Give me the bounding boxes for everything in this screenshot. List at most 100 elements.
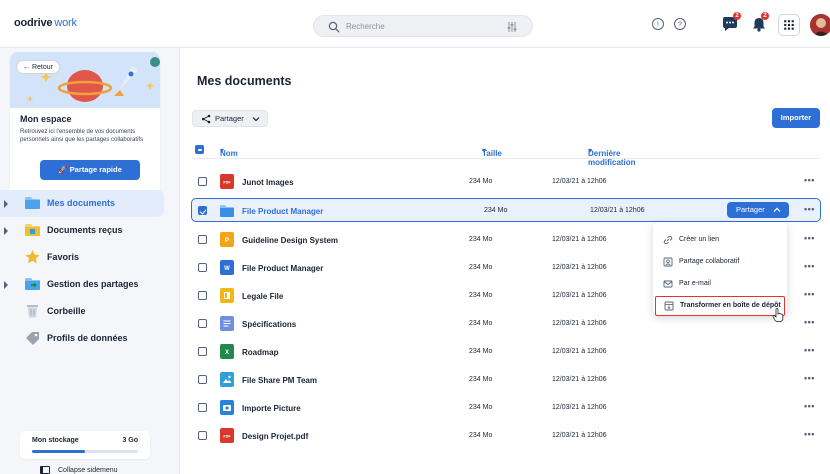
file-size: 234 Mo: [469, 292, 493, 299]
row-checkbox[interactable]: [198, 375, 207, 384]
sidebar-item-label: Profils de données: [47, 333, 128, 343]
back-button[interactable]: ← Retour: [16, 60, 60, 74]
file-name[interactable]: Roadmap: [242, 348, 278, 357]
row-checkbox[interactable]: [198, 263, 207, 272]
collapse-sidemenu-button[interactable]: Collapse sidemenu: [40, 466, 118, 474]
filter-icon[interactable]: [506, 21, 518, 33]
file-size: 234 Mo: [469, 264, 493, 271]
collab-icon: [663, 257, 673, 267]
file-name[interactable]: File Share PM Team: [242, 376, 317, 385]
pdf-icon: PDF: [220, 174, 234, 189]
file-name[interactable]: Spécifications: [242, 320, 296, 329]
chevron-right-icon[interactable]: [3, 281, 9, 289]
sidebar-item-profils-de-donnees[interactable]: Profils de données: [0, 325, 164, 352]
column-modified[interactable]: Dernière modification ▾: [588, 146, 636, 167]
more-options-icon[interactable]: •••: [804, 401, 815, 411]
arrow-left-icon: ←: [23, 64, 30, 71]
more-options-icon[interactable]: •••: [804, 204, 815, 214]
file-name[interactable]: Junot Images: [242, 178, 294, 187]
row-checkbox[interactable]: [198, 235, 207, 244]
menu-item-link[interactable]: Créer un lien: [653, 229, 787, 251]
row-checkbox[interactable]: [198, 319, 207, 328]
sidebar-item-documents-recus[interactable]: Documents reçus: [0, 217, 164, 244]
table-row[interactable]: Importe Picture 234 Mo 12/03/21 à 12h06 •••: [192, 394, 820, 422]
file-size: 234 Mo: [469, 432, 493, 439]
row-checkbox[interactable]: [198, 206, 207, 215]
file-name[interactable]: Legale File: [242, 292, 283, 301]
select-all-checkbox[interactable]: [195, 145, 204, 154]
menu-item-mail[interactable]: Par e-mail: [653, 273, 787, 295]
help-icon[interactable]: ?: [672, 16, 688, 32]
table-row[interactable]: PDF Design Projet.pdf 234 Mo 12/03/21 à 12h…: [192, 422, 820, 450]
table-row[interactable]: X Roadmap 234 Mo 12/03/21 à 12h06 •••: [192, 338, 820, 366]
row-checkbox[interactable]: [198, 177, 207, 186]
column-name[interactable]: Nom ▾: [220, 146, 238, 158]
menu-item-dropbox[interactable]: Transformer en boîte de dépôt: [655, 296, 785, 316]
sidebar-item-favoris[interactable]: Favoris: [0, 244, 164, 271]
mail-icon: [663, 279, 673, 289]
quick-share-button[interactable]: 🚀 Partage rapide: [40, 160, 140, 180]
menu-item-label: Transformer en boîte de dépôt: [680, 302, 781, 309]
dropbox-icon: [664, 301, 674, 311]
file-name[interactable]: Importe Picture: [242, 404, 301, 413]
menu-item-collab[interactable]: Partage collaboratif: [653, 251, 787, 273]
sidebar-item-corbeille[interactable]: Corbeille: [0, 298, 164, 325]
more-options-icon[interactable]: •••: [804, 345, 815, 355]
more-options-icon[interactable]: •••: [804, 317, 815, 327]
menu-item-label: Par e-mail: [679, 280, 711, 287]
chevron-right-icon[interactable]: [3, 200, 9, 208]
svg-text:P: P: [225, 238, 229, 244]
more-options-icon[interactable]: •••: [804, 261, 815, 271]
space-description: Retrouvez ici l'ensemble de vos document…: [20, 129, 144, 143]
table-row[interactable]: File Share PM Team 234 Mo 12/03/21 à 12h06…: [192, 366, 820, 394]
file-date: 12/03/21 à 12h06: [552, 404, 607, 411]
column-size[interactable]: Taille ▾: [482, 146, 502, 158]
doc-icon: [220, 316, 234, 331]
share-dropdown-button[interactable]: Partager: [192, 110, 268, 127]
table-row[interactable]: File Product Manager 234 Mo 12/03/21 à 12h…: [191, 198, 821, 222]
rocket-icon: 🚀: [58, 165, 68, 174]
file-name[interactable]: File Product Manager: [242, 207, 323, 216]
file-name[interactable]: File Product Manager: [242, 264, 323, 273]
row-checkbox[interactable]: [198, 431, 207, 440]
more-options-icon[interactable]: •••: [804, 289, 815, 299]
sidebar-nav: Mes documents Documents reçus Favoris Ge…: [0, 190, 180, 352]
slides-icon: P: [220, 232, 234, 247]
chevron-up-icon: [773, 207, 781, 212]
sidebar-item-mes-documents[interactable]: Mes documents: [0, 190, 164, 217]
row-checkbox[interactable]: [198, 347, 207, 356]
svg-text:X: X: [225, 350, 229, 356]
file-date: 12/03/21 à 12h06: [552, 178, 607, 185]
row-share-button[interactable]: Partager: [727, 202, 789, 218]
sidebar-item-label: Favoris: [47, 252, 80, 262]
user-avatar[interactable]: [810, 14, 830, 36]
info-icon[interactable]: !: [650, 16, 666, 32]
table-row[interactable]: PDF Junot Images 234 Mo 12/03/21 à 12h06 •••: [192, 168, 820, 196]
more-options-icon[interactable]: •••: [804, 175, 815, 185]
app-logo[interactable]: oodrive work: [14, 17, 77, 29]
svg-text:W: W: [224, 266, 230, 272]
search-bar[interactable]: Recherche: [313, 15, 533, 37]
sidebar-item-label: Documents reçus: [47, 225, 123, 235]
sidebar-item-label: Mes documents: [47, 198, 116, 208]
file-size: 234 Mo: [469, 404, 493, 411]
import-button[interactable]: Importer: [772, 108, 820, 128]
more-options-icon[interactable]: •••: [804, 373, 815, 383]
sidebar-item-gestion-des-partages[interactable]: Gestion des partages: [0, 271, 164, 298]
apps-grid-button[interactable]: [778, 14, 800, 36]
grid-icon: [784, 20, 794, 30]
file-date: 12/03/21 à 12h06: [552, 264, 607, 271]
svg-text:?: ?: [678, 22, 682, 29]
file-date: 12/03/21 à 12h06: [552, 348, 607, 355]
search-placeholder: Recherche: [346, 22, 385, 31]
row-checkbox[interactable]: [198, 291, 207, 300]
more-options-icon[interactable]: •••: [804, 429, 815, 439]
sidebar-item-label: Corbeille: [47, 306, 86, 316]
more-options-icon[interactable]: •••: [804, 233, 815, 243]
file-name[interactable]: Guideline Design System: [242, 236, 338, 245]
row-checkbox[interactable]: [198, 403, 207, 412]
folder-icon: [25, 197, 40, 209]
chevron-right-icon[interactable]: [3, 227, 9, 235]
share-button-label: Partager: [215, 114, 244, 123]
file-name[interactable]: Design Projet.pdf: [242, 432, 308, 441]
